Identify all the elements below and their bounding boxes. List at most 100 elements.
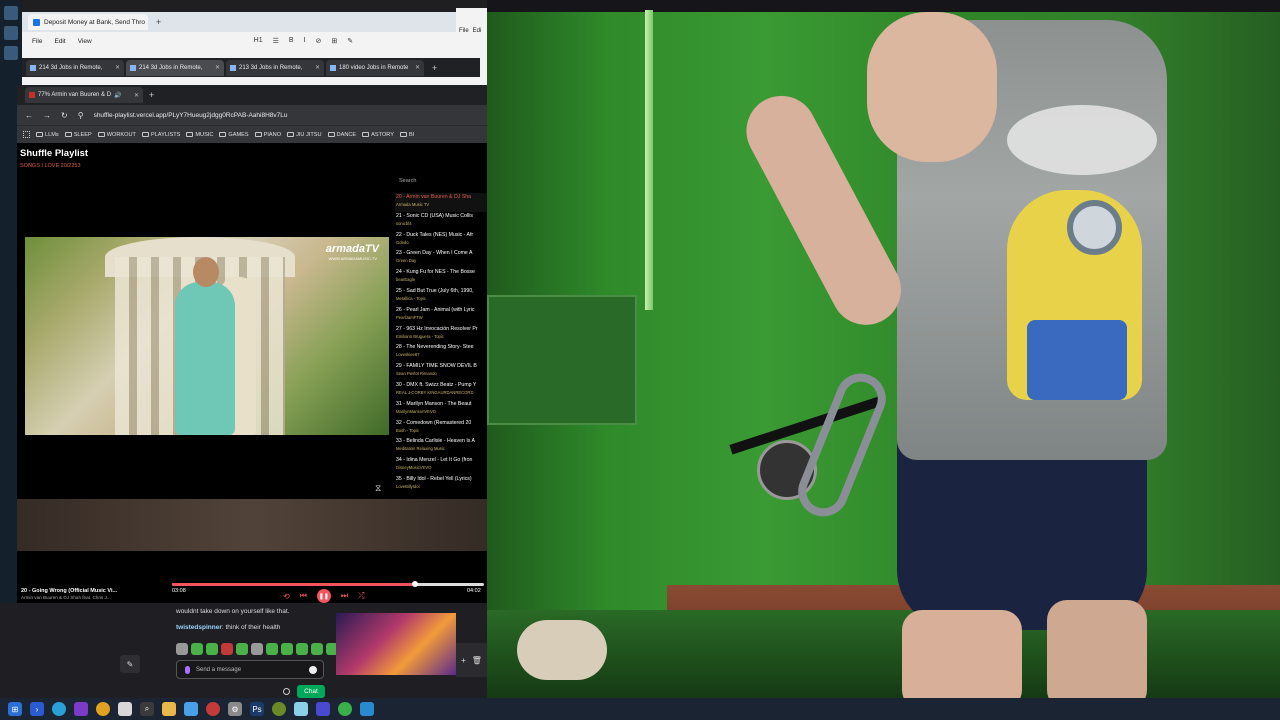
media-icon[interactable] (206, 702, 220, 716)
bookmark-llms[interactable]: LLMs (36, 132, 59, 138)
menu-file[interactable]: File (459, 28, 469, 34)
playlist-item[interactable]: 31 - Marilyn Manson - The Beaut MarilynMa… (395, 400, 487, 419)
video-player[interactable]: armadaTV WWW.ARMADAMUSIC.TV (25, 237, 389, 435)
table-button[interactable]: ⊞ (331, 37, 337, 45)
desktop-icon[interactable] (4, 6, 18, 20)
playlist-item[interactable]: 26 - Pearl Jam - Animal (with Lyric Pearl… (395, 306, 487, 325)
emoji-icon[interactable] (309, 665, 317, 674)
close-icon[interactable]: ✕ (215, 64, 220, 71)
bookmark-sleep[interactable]: SLEEP (64, 132, 92, 138)
list-button[interactable]: ☰ (273, 37, 279, 45)
reload-icon[interactable]: ↻ (61, 111, 68, 120)
close-icon[interactable]: ✕ (115, 64, 120, 71)
bookmark-jiu-jitsu[interactable]: JIU JITSU (287, 132, 322, 138)
chrome-icon[interactable] (96, 702, 110, 716)
menu-view[interactable]: View (78, 38, 92, 45)
shuffle-icon[interactable]: ⤮ (358, 591, 364, 601)
app-icon[interactable] (360, 702, 374, 716)
apps-icon[interactable] (23, 131, 30, 138)
draw-button[interactable]: ✎ (347, 37, 353, 45)
speaker-icon[interactable]: 🔊 (114, 92, 121, 99)
emote-icon[interactable] (266, 643, 278, 655)
playlist-item[interactable]: 28 - The Neverending Story- Stee Loveskie… (395, 343, 487, 362)
emote-icon[interactable] (281, 643, 293, 655)
playlist-item[interactable]: 22 - Duck Tales (NES) Music - Afr Gdedo (395, 231, 487, 250)
channel-watermark-icon[interactable]: ⧖ (375, 483, 381, 494)
playlist-item[interactable]: 25 - Sad But True (July 6th, 1990, Metall… (395, 287, 487, 306)
playlist-item[interactable]: 29 - FAMILY TIME SNOW DEVIL B Sean Pierlo… (395, 362, 487, 381)
file-icon[interactable] (118, 702, 132, 716)
browser-tab[interactable]: 214 3d Jobs in Remote, ✕ (126, 59, 224, 76)
playlist-item[interactable]: 32 - Comedown (Remastered 20 Bush - Topic (395, 419, 487, 438)
emote-icon[interactable] (236, 643, 248, 655)
menu-file[interactable]: File (32, 38, 42, 45)
new-tab-icon[interactable]: + (432, 63, 437, 73)
photoshop-icon[interactable]: Ps (250, 702, 264, 716)
doc-tab[interactable]: Deposit Money at Bank, Send Thro ✕ (28, 14, 148, 30)
url-field[interactable]: shuffle-playlist.vercel.app/PLyY7Hueug2j… (94, 112, 288, 119)
chat-username[interactable]: twistedspinner (176, 624, 222, 631)
emote-icon[interactable] (221, 643, 233, 655)
browser-tab[interactable]: 214 3d Jobs in Remote, ✕ (26, 59, 124, 76)
bold-button[interactable]: B (289, 37, 294, 45)
bookmark-dance[interactable]: DANCE (327, 132, 356, 138)
repeat-icon[interactable]: ⟲ (283, 592, 290, 601)
italic-button[interactable]: I (304, 37, 306, 45)
link-button[interactable]: ⊘ (316, 37, 322, 45)
previous-icon[interactable]: ⏮ (300, 591, 307, 601)
terminal-icon[interactable]: › (30, 702, 44, 716)
menu-edit[interactable]: Edit (54, 38, 65, 45)
browser-tab[interactable]: 180 video Jobs in Remote ✕ (326, 59, 424, 76)
close-icon[interactable]: ✕ (415, 64, 420, 71)
emote-icon[interactable] (206, 643, 218, 655)
bookmark-music[interactable]: MUSIC (186, 132, 213, 138)
browser-tab-active[interactable]: 77% Armin van Buuren & D 🔊 ✕ (25, 87, 143, 103)
bookmark-workout[interactable]: WORKOUT (97, 132, 136, 138)
bookmark-bi[interactable]: BI (399, 132, 414, 138)
gear-icon[interactable] (283, 688, 290, 695)
emote-icon[interactable] (191, 643, 203, 655)
add-icon[interactable]: + (461, 656, 466, 665)
settings-icon[interactable]: ⚙ (228, 702, 242, 716)
app-icon[interactable] (184, 702, 198, 716)
search-input[interactable]: Search (399, 178, 416, 184)
chat-send-button[interactable]: Chat (297, 685, 325, 698)
edge-icon[interactable] (52, 702, 66, 716)
trash-icon[interactable]: 🗑 (472, 656, 482, 665)
browser-tab[interactable]: 213 3d Jobs in Remote, ✕ (226, 59, 324, 76)
desktop-icon[interactable] (4, 26, 18, 40)
close-icon[interactable]: ✕ (134, 92, 139, 99)
emote-icon[interactable] (176, 643, 188, 655)
windows-icon[interactable]: ⊞ (8, 702, 22, 716)
playlist-item[interactable]: 34 - Idina Menzel - Let It Go (fron Disne… (395, 456, 487, 475)
next-icon[interactable]: ⏭ (341, 591, 348, 601)
playlist-item[interactable]: 21 - Sonic CD (USA) Music Collis sonicbf4 (395, 212, 487, 231)
desktop-icon[interactable] (4, 46, 18, 60)
app-icon[interactable] (316, 702, 330, 716)
close-icon[interactable]: ✕ (315, 64, 320, 71)
search-icon[interactable]: ⌕ (140, 702, 154, 716)
pencil-icon[interactable]: ✎ (120, 655, 140, 673)
bookmark-playlists[interactable]: PLAYLISTS (141, 132, 180, 138)
pause-button[interactable]: ❚❚ (316, 589, 331, 603)
new-tab-icon[interactable]: + (156, 17, 161, 27)
playlist-item[interactable]: 23 - Green Day - When I Come A Green Day (395, 249, 487, 268)
menu-edit[interactable]: Edi (473, 28, 482, 34)
site-info-icon[interactable]: ⚲ (78, 111, 84, 120)
app-icon[interactable] (74, 702, 88, 716)
new-tab-icon[interactable]: + (149, 90, 154, 100)
playlist-item[interactable]: 35 - Billy Idol - Rebel Yell (Lyrics) Lov… (395, 475, 487, 493)
chat-input[interactable]: Send a message (176, 660, 324, 679)
seek-bar[interactable] (172, 581, 484, 587)
playlist-item[interactable]: 20 - Armin van Buuren & DJ Sha Armada Mus… (395, 193, 487, 212)
seek-bar-handle[interactable] (412, 581, 419, 587)
bookmark-games[interactable]: GAMES (219, 132, 249, 138)
playlist-item[interactable]: 33 - Belinda Carlisle - Heaven Is A Medit… (395, 437, 487, 456)
emote-icon[interactable] (311, 643, 323, 655)
bookmark-piano[interactable]: PIANO (254, 132, 281, 138)
playlist-item[interactable]: 27 - 963 Hz Invocación Resolver Pr Emilia… (395, 325, 487, 344)
playlist-item[interactable]: 30 - DMX ft. Swizz Beatz - Pump Y REAL J-… (395, 381, 487, 400)
mic-icon[interactable] (185, 665, 190, 674)
heading-button[interactable]: H1 (254, 37, 263, 45)
folder-icon[interactable] (162, 702, 176, 716)
